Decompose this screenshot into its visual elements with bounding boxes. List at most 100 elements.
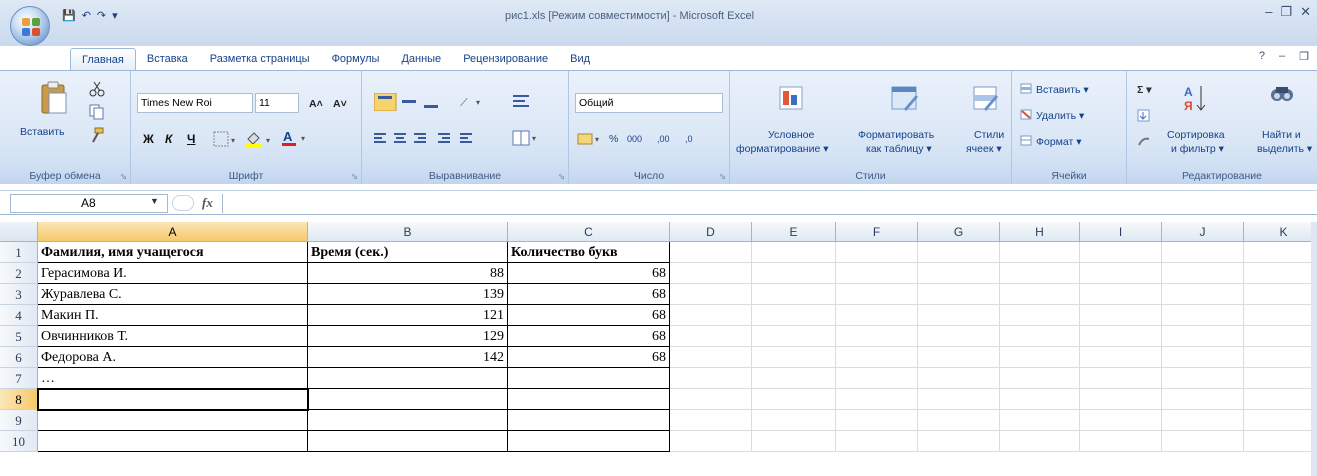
find-select-icon[interactable] xyxy=(1269,83,1295,111)
thousands-button[interactable]: 000 xyxy=(627,133,642,145)
cell-g2[interactable] xyxy=(918,263,1000,284)
cell-a1[interactable]: Фамилия, имя учащегося xyxy=(38,242,308,263)
cell-i3[interactable] xyxy=(1080,284,1162,305)
cell-f1[interactable] xyxy=(836,242,918,263)
currency-icon[interactable]: ▾ xyxy=(577,131,605,147)
workbook-minimize-icon[interactable]: – xyxy=(1279,50,1285,63)
delete-cells-icon[interactable] xyxy=(1020,109,1034,121)
row-header-2[interactable]: 2 xyxy=(0,263,38,284)
cell-a4[interactable]: Макин П. xyxy=(38,305,308,326)
cell-styles-icon[interactable] xyxy=(972,85,1000,113)
cell-a10[interactable] xyxy=(38,431,308,452)
cell-a6[interactable]: Федорова А. xyxy=(38,347,308,368)
cell-d7[interactable] xyxy=(670,368,752,389)
cell-d2[interactable] xyxy=(670,263,752,284)
tab-formulas[interactable]: Формулы xyxy=(321,48,391,70)
cell-e6[interactable] xyxy=(752,347,836,368)
save-icon[interactable]: 💾 xyxy=(62,9,76,22)
row-header-6[interactable]: 6 xyxy=(0,347,38,368)
horizontal-align-icons[interactable] xyxy=(374,131,504,147)
column-header-f[interactable]: F xyxy=(836,222,918,242)
vertical-align-icons[interactable] xyxy=(374,93,454,111)
cell-b1[interactable]: Время (сек.) xyxy=(308,242,508,263)
cell-c9[interactable] xyxy=(508,410,670,431)
cell-e3[interactable] xyxy=(752,284,836,305)
cell-j8[interactable] xyxy=(1162,389,1244,410)
cell-i5[interactable] xyxy=(1080,326,1162,347)
cell-h9[interactable] xyxy=(1000,410,1080,431)
cell-f5[interactable] xyxy=(836,326,918,347)
cell-a5[interactable]: Овчинников Т. xyxy=(38,326,308,347)
cell-h2[interactable] xyxy=(1000,263,1080,284)
format-as-table-label-2[interactable]: как таблицу ▾ xyxy=(866,143,932,155)
cell-d1[interactable] xyxy=(670,242,752,263)
font-name-box[interactable]: Times New Roi xyxy=(137,93,253,113)
cell-c8[interactable] xyxy=(508,389,670,410)
increase-decimal-button[interactable]: ,00 xyxy=(657,133,670,145)
cell-i4[interactable] xyxy=(1080,305,1162,326)
cell-i2[interactable] xyxy=(1080,263,1162,284)
cell-a2[interactable]: Герасимова И. xyxy=(38,263,308,284)
sort-filter-label-2[interactable]: и фильтр ▾ xyxy=(1171,143,1224,155)
cell-h1[interactable] xyxy=(1000,242,1080,263)
vertical-scrollbar[interactable] xyxy=(1311,222,1317,476)
cell-f9[interactable] xyxy=(836,410,918,431)
cell-h6[interactable] xyxy=(1000,347,1080,368)
cell-g3[interactable] xyxy=(918,284,1000,305)
cell-h3[interactable] xyxy=(1000,284,1080,305)
column-header-h[interactable]: H xyxy=(1000,222,1080,242)
dialog-launcher-icon[interactable]: ⬂ xyxy=(558,172,565,181)
cell-e4[interactable] xyxy=(752,305,836,326)
maximize-icon[interactable]: ❐ xyxy=(1280,4,1292,20)
cell-c5[interactable]: 68 xyxy=(508,326,670,347)
column-header-b[interactable]: B xyxy=(308,222,508,242)
row-header-10[interactable]: 10 xyxy=(0,431,38,452)
cell-g7[interactable] xyxy=(918,368,1000,389)
cell-f4[interactable] xyxy=(836,305,918,326)
cell-k3[interactable] xyxy=(1244,284,1317,305)
column-header-k[interactable]: K xyxy=(1244,222,1317,242)
name-box[interactable]: A8 xyxy=(10,194,168,213)
fill-icon[interactable] xyxy=(1137,109,1153,123)
number-format-select[interactable]: Общий xyxy=(575,93,723,113)
cell-i1[interactable] xyxy=(1080,242,1162,263)
column-header-c[interactable]: C xyxy=(508,222,670,242)
merge-center-icon[interactable]: ▾ xyxy=(512,129,540,147)
decrease-decimal-button[interactable]: ,0 xyxy=(685,133,693,145)
cell-b5[interactable]: 129 xyxy=(308,326,508,347)
orientation-icon[interactable]: ⟋ ▾ xyxy=(460,93,488,111)
cell-h7[interactable] xyxy=(1000,368,1080,389)
shrink-font-button[interactable]: A˅ xyxy=(333,98,347,110)
cell-k7[interactable] xyxy=(1244,368,1317,389)
cell-j4[interactable] xyxy=(1162,305,1244,326)
tab-home[interactable]: Главная xyxy=(70,48,136,70)
column-header-i[interactable]: I xyxy=(1080,222,1162,242)
cell-b6[interactable]: 142 xyxy=(308,347,508,368)
cell-j6[interactable] xyxy=(1162,347,1244,368)
cell-b10[interactable] xyxy=(308,431,508,452)
italic-button[interactable]: К xyxy=(165,133,172,145)
cell-e1[interactable] xyxy=(752,242,836,263)
autosum-button[interactable]: Σ ▾ xyxy=(1137,84,1152,96)
cell-d10[interactable] xyxy=(670,431,752,452)
cell-f6[interactable] xyxy=(836,347,918,368)
minimize-icon[interactable]: – xyxy=(1265,4,1272,20)
cut-icon[interactable] xyxy=(89,81,105,97)
cell-c4[interactable]: 68 xyxy=(508,305,670,326)
cell-a7[interactable]: … xyxy=(38,368,308,389)
cell-h10[interactable] xyxy=(1000,431,1080,452)
percent-button[interactable]: % xyxy=(609,133,618,145)
cell-j3[interactable] xyxy=(1162,284,1244,305)
cell-d9[interactable] xyxy=(670,410,752,431)
insert-cells-icon[interactable] xyxy=(1020,83,1034,95)
cell-c7[interactable] xyxy=(508,368,670,389)
format-as-table-icon[interactable] xyxy=(890,85,920,113)
cell-j9[interactable] xyxy=(1162,410,1244,431)
copy-icon[interactable] xyxy=(89,104,105,120)
cell-d5[interactable] xyxy=(670,326,752,347)
cell-a9[interactable] xyxy=(38,410,308,431)
cell-d8[interactable] xyxy=(670,389,752,410)
cell-e7[interactable] xyxy=(752,368,836,389)
cell-g9[interactable] xyxy=(918,410,1000,431)
fill-color-icon[interactable]: ▾ xyxy=(245,131,275,147)
